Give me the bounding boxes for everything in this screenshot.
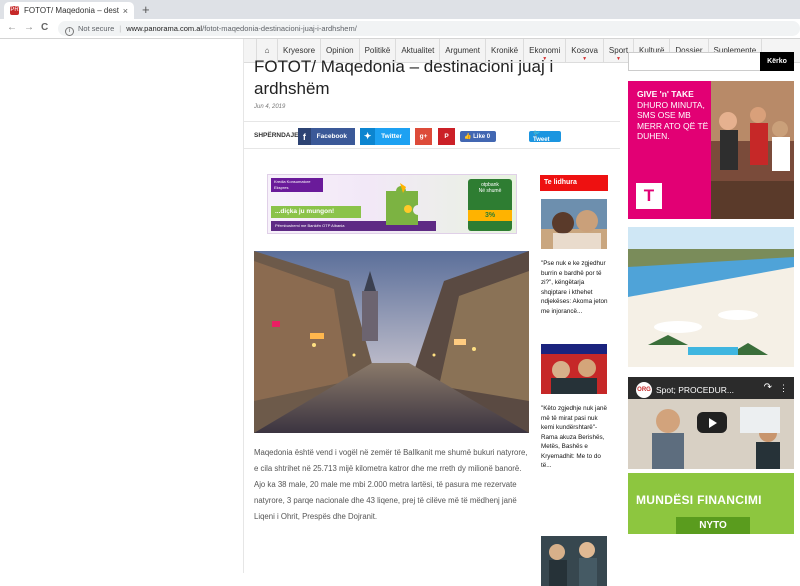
ad-tag: Kredia Konsumatore Ekspres <box>271 178 323 192</box>
back-arrow-icon[interactable]: ← <box>7 22 17 33</box>
share-label: SHPËRNDAJE <box>254 132 299 139</box>
beach-resort-ad[interactable] <box>628 227 794 367</box>
browser-tab-strip: PR FOTOT/ Maqedonia – destinacio × + <box>0 0 800 19</box>
telekom-ad-text: GIVE 'n' TAKE DHURO MINUTA, SMS OSE MB M… <box>637 89 709 141</box>
related-thumbnail-2[interactable] <box>541 344 607 394</box>
search-input[interactable] <box>628 52 760 71</box>
related-header: Te lidhura <box>540 175 608 190</box>
google-plus-share-button[interactable]: g+ <box>415 128 432 145</box>
tab-close-icon[interactable]: × <box>123 6 128 16</box>
more-menu-icon[interactable]: ⋮ <box>779 383 788 394</box>
nav-item-label: Politikë <box>364 45 391 55</box>
financing-ad[interactable]: MUNDËSI FINANCIMI NYTO <box>628 473 794 534</box>
bank-line: Në shumë <box>478 188 502 194</box>
nav-item-label: Kronikë <box>490 45 519 55</box>
nav-item-label: Kryesore <box>283 45 316 55</box>
article-main-image[interactable] <box>254 251 529 433</box>
url-domain: www.panorama.com.al <box>126 24 203 33</box>
tab-title: FOTOT/ Maqedonia – destinacio <box>24 6 119 15</box>
video-title[interactable]: Spot; PROCEDUR... <box>656 385 734 395</box>
facebook-like-button[interactable]: 👍 Like 0 <box>460 131 496 142</box>
article-date: Jun 4, 2019 <box>254 104 286 110</box>
otp-bank-ad-banner[interactable]: Kredia Konsumatore Ekspres ...diçka ju m… <box>267 174 517 234</box>
share-icon[interactable]: ↷ <box>764 382 772 393</box>
security-label: Not secure <box>78 24 115 33</box>
youtube-video-embed[interactable]: ORG Spot; PROCEDUR... ↷ ⋮ <box>628 377 794 469</box>
info-icon[interactable]: i <box>65 27 74 36</box>
play-button-icon[interactable] <box>697 412 727 433</box>
search-button[interactable]: Kërko <box>760 52 794 71</box>
nav-item-label: Kosova <box>571 45 598 55</box>
left-margin <box>0 39 244 573</box>
forward-arrow-icon[interactable]: → <box>24 22 34 33</box>
twitter-share-button[interactable]: ✦ Twitter <box>360 128 410 145</box>
nav-item-label: Opinion <box>326 45 354 55</box>
url-input[interactable]: i Not secure | www.panorama.com.al/fotot-ma… <box>58 21 800 36</box>
facebook-share-button[interactable]: f Facebook <box>298 128 355 145</box>
tweet-button[interactable]: 🐦 Tweet <box>529 131 561 143</box>
financing-ad-headline: MUNDËSI FINANCIMI <box>636 493 762 507</box>
related-thumbnail-1[interactable] <box>541 199 607 249</box>
site-favicon-icon: PR <box>10 6 19 15</box>
address-bar-row: ← → C i Not secure | www.panorama.com.al/fo… <box>0 19 800 39</box>
reload-icon[interactable]: C <box>41 22 48 33</box>
nav-item-label: Ekonomi <box>529 45 561 55</box>
browser-tab[interactable]: PR FOTOT/ Maqedonia – destinacio × <box>4 2 134 19</box>
new-tab-button[interactable]: + <box>142 2 150 17</box>
chevron-down-icon: ▼ <box>616 55 621 62</box>
article-title: FOTOT/ Maqedonia – destinacioni juaj i a… <box>254 57 554 98</box>
telekom-ad[interactable]: GIVE 'n' TAKE DHURO MINUTA, SMS OSE MB M… <box>628 81 794 219</box>
pinterest-share-button[interactable]: P <box>438 128 455 145</box>
financing-ad-sub: NYTO <box>676 517 750 534</box>
bank-badge: otpbank Në shumë 3% <box>468 179 512 231</box>
nav-item-label: Aktualitet <box>401 45 435 55</box>
url-path: /fotot-maqedonia-destinacioni-juaj-i-ard… <box>202 24 357 33</box>
related-thumbnail-3[interactable] <box>541 536 607 586</box>
article-body: Maqedonia është vend i vogël në zemër të… <box>254 448 528 521</box>
nav-item-label: Sport <box>608 45 629 55</box>
related-divider <box>540 190 608 191</box>
twitter-bird-icon: ✦ <box>360 128 376 145</box>
puzzle-piece-icon <box>386 183 418 225</box>
channel-logo-icon: ORG <box>636 382 652 398</box>
bank-percentage: 3% <box>468 210 512 221</box>
related-title-1[interactable]: "Pse nuk e ke zgjedhur burrin e bardhë p… <box>541 259 609 316</box>
related-title-2[interactable]: "Këto zgjedhje nuk janë më të mirat pasi… <box>541 404 609 471</box>
share-bar: SHPËRNDAJE f Facebook ✦ Twitter g+ P 👍 L… <box>244 121 620 149</box>
nav-item-label: Argument <box>445 45 480 55</box>
telekom-logo-icon: T <box>636 183 662 209</box>
ad-cta: ...diçka ju mungon! <box>271 206 361 218</box>
facebook-icon: f <box>298 128 311 145</box>
